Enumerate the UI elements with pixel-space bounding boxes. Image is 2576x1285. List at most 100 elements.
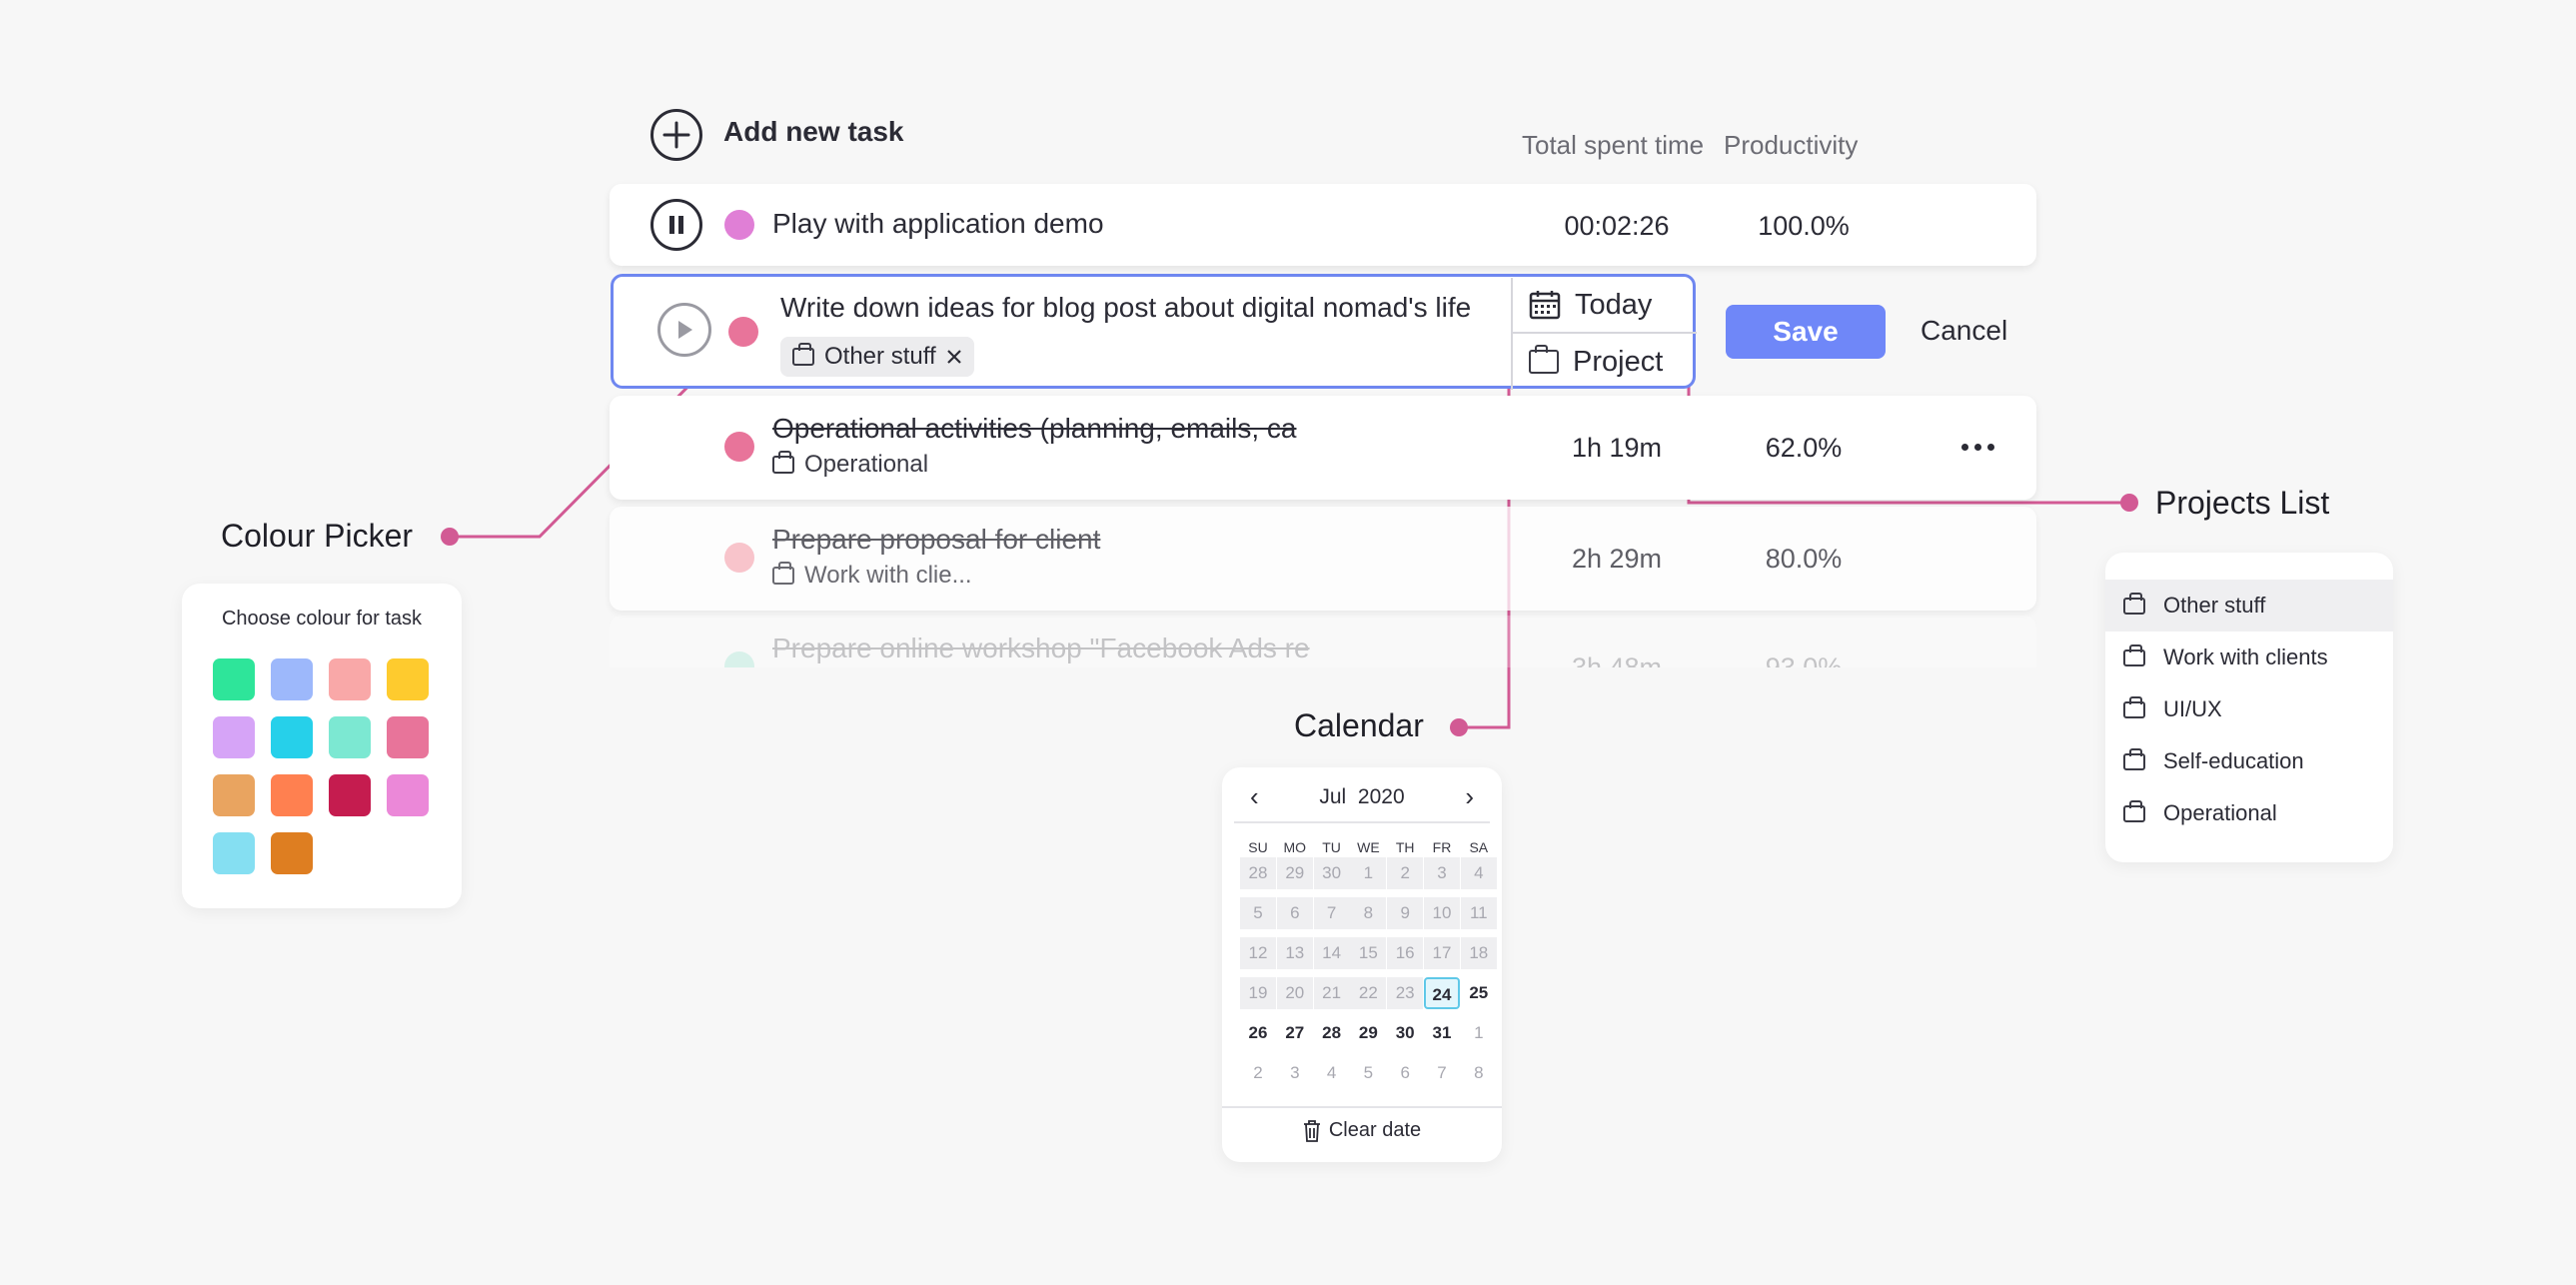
save-button[interactable]: Save bbox=[1726, 305, 1886, 359]
colour-swatch[interactable] bbox=[271, 832, 313, 874]
calendar-day[interactable]: 7 bbox=[1313, 897, 1350, 929]
task-row[interactable]: Play with application demo 00:02:26 100.… bbox=[610, 184, 2036, 266]
colour-swatch[interactable] bbox=[329, 716, 371, 758]
task-row[interactable]: Prepare proposal for client Work with cl… bbox=[610, 507, 2036, 611]
task-color-dot[interactable] bbox=[724, 210, 754, 240]
calendar-day[interactable]: 4 bbox=[1314, 1057, 1350, 1089]
task-row[interactable]: Operational activities (planning, emails… bbox=[610, 396, 2036, 500]
task-color-dot[interactable] bbox=[724, 651, 754, 667]
projects-list-callout: Projects List bbox=[2155, 485, 2330, 521]
calendar-day[interactable]: 29 bbox=[1276, 857, 1313, 889]
close-icon[interactable] bbox=[946, 349, 962, 365]
calendar-day[interactable]: 23 bbox=[1387, 977, 1424, 1009]
project-button[interactable]: Project bbox=[1511, 334, 1697, 390]
colour-swatch[interactable] bbox=[271, 774, 313, 816]
colour-swatch[interactable] bbox=[387, 658, 429, 700]
colour-swatch[interactable] bbox=[329, 774, 371, 816]
colour-picker-callout: Colour Picker bbox=[221, 518, 414, 554]
calendar-day[interactable]: 30 bbox=[1387, 1017, 1423, 1049]
date-button[interactable]: Today bbox=[1511, 278, 1697, 334]
calendar-day[interactable]: 8 bbox=[1350, 897, 1387, 929]
project-tag[interactable]: Other stuff bbox=[780, 337, 974, 377]
task-title[interactable]: Prepare proposal for client bbox=[772, 524, 1100, 556]
task-title[interactable]: Prepare online workshop "Facebook Ads re bbox=[772, 633, 1310, 664]
colour-swatch[interactable] bbox=[213, 832, 255, 874]
task-row[interactable]: Prepare online workshop "Facebook Ads re… bbox=[610, 616, 2036, 667]
project-list-item[interactable]: Operational bbox=[2105, 787, 2393, 839]
calendar-day[interactable]: 25 bbox=[1461, 977, 1497, 1009]
calendar-day[interactable]: 1 bbox=[1461, 1017, 1497, 1049]
task-color-dot[interactable] bbox=[724, 432, 754, 462]
calendar-day[interactable]: 31 bbox=[1424, 1017, 1460, 1049]
calendar-day[interactable]: 6 bbox=[1387, 1057, 1423, 1089]
project-list-item[interactable]: Self-education bbox=[2105, 735, 2393, 787]
trash-icon bbox=[1303, 1119, 1320, 1142]
calendar-day[interactable]: 17 bbox=[1424, 937, 1460, 969]
calendar-day[interactable]: 21 bbox=[1313, 977, 1350, 1009]
calendar-day[interactable]: 3 bbox=[1424, 857, 1460, 889]
colour-swatch[interactable] bbox=[387, 774, 429, 816]
calendar-day[interactable]: 7 bbox=[1424, 1057, 1460, 1089]
calendar-day[interactable]: 22 bbox=[1350, 977, 1387, 1009]
calendar-day[interactable]: 11 bbox=[1460, 897, 1497, 929]
calendar-day[interactable]: 24 bbox=[1424, 977, 1460, 1009]
chevron-right-icon[interactable]: › bbox=[1465, 781, 1474, 812]
calendar-day[interactable]: 8 bbox=[1461, 1057, 1497, 1089]
calendar-day[interactable]: 28 bbox=[1314, 1017, 1350, 1049]
colour-swatch[interactable] bbox=[271, 658, 313, 700]
colour-swatch[interactable] bbox=[213, 774, 255, 816]
add-task-label[interactable]: Add new task bbox=[723, 116, 903, 148]
task-edit-row[interactable]: Write down ideas for blog post about dig… bbox=[611, 274, 1697, 390]
task-title[interactable]: Play with application demo bbox=[772, 208, 1104, 240]
calendar-day[interactable]: 15 bbox=[1350, 937, 1387, 969]
calendar-day[interactable]: 6 bbox=[1276, 897, 1313, 929]
calendar-day[interactable]: 12 bbox=[1240, 937, 1276, 969]
calendar-day[interactable]: 30 bbox=[1313, 857, 1350, 889]
clear-date-button[interactable]: Clear date bbox=[1222, 1119, 1502, 1142]
weekday-label: SU bbox=[1248, 839, 1268, 855]
colour-swatch[interactable] bbox=[271, 716, 313, 758]
more-options-icon[interactable] bbox=[1961, 444, 1994, 451]
task-title[interactable]: Operational activities (planning, emails… bbox=[772, 413, 1296, 445]
colour-swatch[interactable] bbox=[213, 658, 255, 700]
task-title-input[interactable]: Write down ideas for blog post about dig… bbox=[780, 292, 1471, 324]
calendar-day[interactable]: 10 bbox=[1424, 897, 1460, 929]
calendar-day[interactable]: 16 bbox=[1387, 937, 1424, 969]
project-list-item-label: Self-education bbox=[2163, 748, 2304, 773]
task-color-dot[interactable] bbox=[728, 317, 758, 347]
colour-swatch[interactable] bbox=[213, 716, 255, 758]
calendar-day[interactable]: 20 bbox=[1276, 977, 1313, 1009]
calendar-day[interactable]: 14 bbox=[1313, 937, 1350, 969]
pause-button[interactable] bbox=[650, 199, 702, 251]
calendar-day[interactable]: 28 bbox=[1240, 857, 1276, 889]
calendar-day[interactable]: 1 bbox=[1350, 857, 1387, 889]
calendar-day[interactable]: 5 bbox=[1240, 897, 1276, 929]
weekday-label: MO bbox=[1283, 839, 1307, 855]
calendar-day[interactable]: 5 bbox=[1350, 1057, 1386, 1089]
project-list-item[interactable]: Other stuff bbox=[2105, 580, 2393, 632]
calendar-day[interactable]: 3 bbox=[1277, 1057, 1313, 1089]
calendar-day[interactable]: 2 bbox=[1240, 1057, 1276, 1089]
project-list-item[interactable]: Work with clients bbox=[2105, 632, 2393, 683]
calendar-day[interactable]: 27 bbox=[1277, 1017, 1313, 1049]
calendar-month: Jul bbox=[1319, 785, 1347, 808]
calendar-day[interactable]: 18 bbox=[1460, 937, 1497, 969]
calendar-day[interactable]: 19 bbox=[1240, 977, 1276, 1009]
add-task-button[interactable] bbox=[650, 109, 702, 161]
calendar-month-year: Jul 2020 bbox=[1222, 785, 1502, 809]
calendar-day[interactable]: 4 bbox=[1460, 857, 1497, 889]
calendar-day[interactable]: 13 bbox=[1276, 937, 1313, 969]
calendar-day[interactable]: 2 bbox=[1387, 857, 1424, 889]
project-list-item[interactable]: UI/UX bbox=[2105, 683, 2393, 735]
task-color-dot[interactable] bbox=[724, 543, 754, 573]
play-button[interactable] bbox=[657, 303, 711, 357]
calendar-day[interactable]: 9 bbox=[1387, 897, 1424, 929]
colour-swatch[interactable] bbox=[387, 716, 429, 758]
task-time: 00:02:26 bbox=[1564, 211, 1670, 241]
calendar-day[interactable]: 26 bbox=[1240, 1017, 1276, 1049]
cancel-button[interactable]: Cancel bbox=[1921, 315, 2007, 347]
calendar-day[interactable]: 29 bbox=[1350, 1017, 1386, 1049]
briefcase-icon bbox=[1529, 345, 1559, 374]
colour-swatch[interactable] bbox=[329, 658, 371, 700]
weekday-label: TH bbox=[1395, 839, 1415, 855]
